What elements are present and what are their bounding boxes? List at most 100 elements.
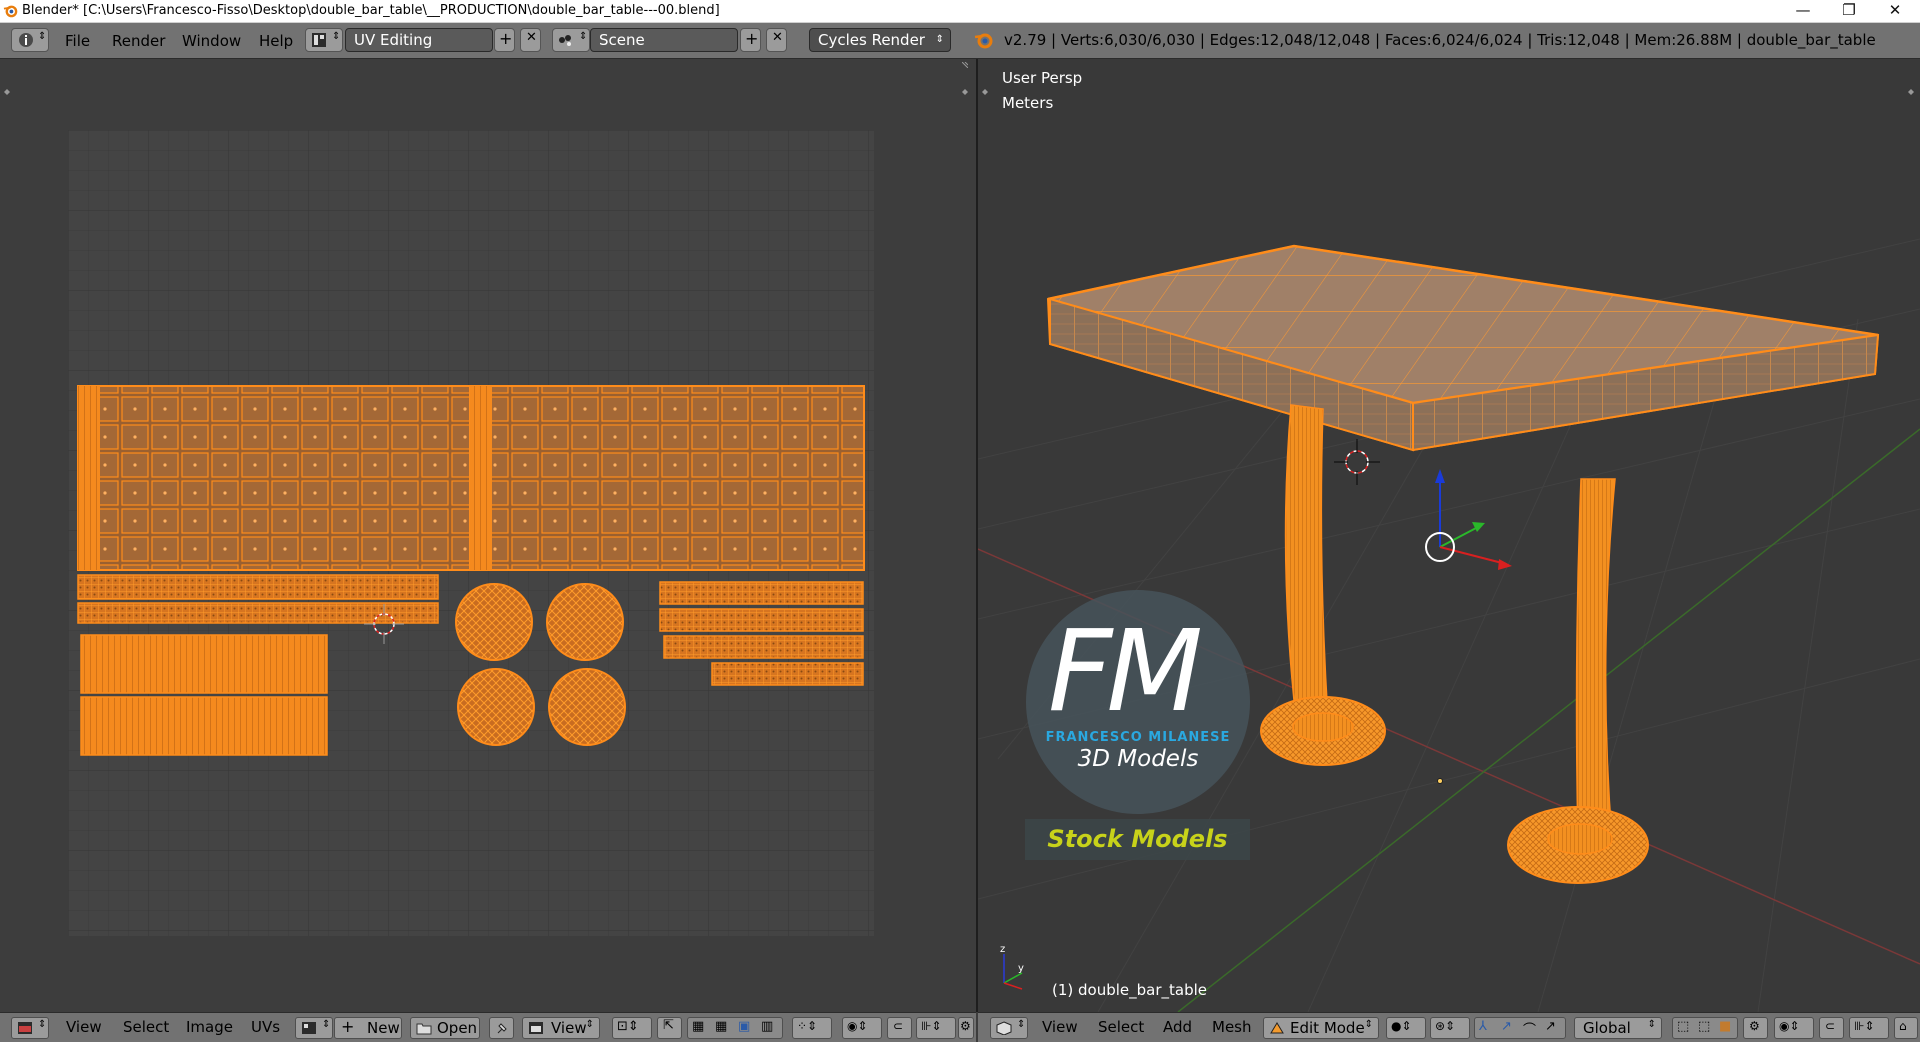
uv-island-base-ring-3[interactable] bbox=[663, 635, 864, 659]
watermark-brand: FRANCESCO MILANESE bbox=[1045, 730, 1231, 745]
3d-menu-add[interactable]: Add bbox=[1163, 1018, 1192, 1036]
plus-icon: + bbox=[745, 29, 759, 48]
scene-browse-button[interactable]: ⇕ bbox=[552, 28, 590, 52]
3d-viewport[interactable]: z y User Persp Meters (1) double_bar_tab… bbox=[978, 59, 1920, 1012]
rotate-icon[interactable]: ⌒ bbox=[1523, 1019, 1536, 1038]
face-select-icon[interactable]: ▣ bbox=[738, 1019, 750, 1034]
menu-help[interactable]: Help bbox=[259, 32, 293, 50]
folder-icon bbox=[416, 1023, 432, 1035]
snap-element-select[interactable]: ⊪⇕ bbox=[1849, 1017, 1889, 1039]
close-button[interactable]: ✕ bbox=[1872, 0, 1918, 22]
vertex-select-icon[interactable]: ⬚ bbox=[1677, 1019, 1689, 1034]
screen-layout-field[interactable]: UV Editing bbox=[345, 28, 493, 52]
gear-icon: ⚙ bbox=[960, 1019, 971, 1033]
snap-element-select[interactable]: ⊪⇕ bbox=[916, 1017, 956, 1039]
uv-image-editor[interactable] bbox=[0, 59, 976, 1012]
scale-icon[interactable]: ↗ bbox=[1545, 1019, 1556, 1034]
edge-select-icon[interactable]: ⬚ bbox=[1698, 1019, 1710, 1034]
shading-sphere-icon: ●⇕ bbox=[1391, 1019, 1412, 1033]
object-origin-dot bbox=[1437, 778, 1443, 784]
view-mode-select[interactable]: View ⇕ bbox=[522, 1017, 600, 1039]
screen-layout-browse-button[interactable]: ⇕ bbox=[305, 28, 343, 52]
proportional-edit-select[interactable]: ◉⇕ bbox=[1774, 1017, 1814, 1039]
maximize-button[interactable]: ❐ bbox=[1826, 0, 1872, 22]
uv-island-base-ring-4[interactable] bbox=[711, 662, 864, 686]
open-image-button[interactable]: Open bbox=[410, 1017, 480, 1039]
snap-toggle-button[interactable]: ⊂ bbox=[887, 1017, 912, 1039]
uv-island-tabletop-right[interactable] bbox=[469, 385, 865, 571]
transform-gizmo[interactable] bbox=[1425, 469, 1512, 570]
uv-island-base-circle-4[interactable] bbox=[548, 668, 626, 746]
uv-island-base-circle-2[interactable] bbox=[546, 583, 624, 661]
add-scene-button[interactable]: + bbox=[740, 28, 761, 52]
blender-logo-icon bbox=[974, 33, 993, 49]
editor-type-button[interactable]: ⇕ bbox=[11, 1017, 49, 1039]
watermark-logo: FM FRANCESCO MILANESE 3D Models bbox=[1026, 590, 1250, 814]
menu-render[interactable]: Render bbox=[112, 32, 165, 50]
uv-island-edge-strip-1[interactable] bbox=[77, 574, 439, 600]
editor-type-button[interactable]: ⇕ bbox=[990, 1017, 1028, 1039]
sync-selection-button[interactable]: ⇱ bbox=[657, 1017, 682, 1039]
remove-layout-button[interactable]: ✕ bbox=[520, 28, 541, 52]
sticky-select-mode[interactable]: ⁘⇕ bbox=[792, 1017, 832, 1039]
editor-type-button[interactable]: ⇕ bbox=[11, 28, 49, 52]
layout-icon bbox=[312, 33, 326, 47]
uv-select-mode-group[interactable]: ▦ ▦ ▣ ▥ bbox=[687, 1017, 783, 1039]
uv-canvas[interactable] bbox=[0, 59, 976, 1012]
pivot-point-select[interactable]: ⊛⇕ bbox=[1430, 1017, 1470, 1039]
translate-icon[interactable]: ↗ bbox=[1501, 1019, 1512, 1034]
viewport-canvas[interactable]: z y bbox=[978, 59, 1920, 1012]
menu-window[interactable]: Window bbox=[182, 32, 241, 50]
minimize-button[interactable]: — bbox=[1780, 0, 1826, 22]
uv-island-base-ring-2[interactable] bbox=[659, 608, 864, 632]
snap-toggle-button[interactable]: ⊂ bbox=[1819, 1017, 1844, 1039]
uv-menu-view[interactable]: View bbox=[66, 1018, 102, 1036]
3d-menu-mesh[interactable]: Mesh bbox=[1212, 1018, 1252, 1036]
3d-menu-select[interactable]: Select bbox=[1098, 1018, 1144, 1036]
uv-island-base-circle-1[interactable] bbox=[455, 583, 533, 661]
uv-island-tabletop-left[interactable] bbox=[77, 385, 471, 571]
image-browse-button[interactable]: ⇕ bbox=[295, 1017, 333, 1039]
uv-more-button[interactable]: ⚙ bbox=[958, 1017, 974, 1039]
manipulator-toggle-icon[interactable]: ⅄ bbox=[1479, 1019, 1487, 1034]
pivot-select[interactable]: ⊡⇕ bbox=[612, 1017, 652, 1039]
view-mode-label: View bbox=[551, 1019, 587, 1037]
edge-select-icon[interactable]: ▦ bbox=[715, 1019, 727, 1034]
3d-cursor[interactable] bbox=[1334, 439, 1380, 485]
uv-menu-uvs[interactable]: UVs bbox=[251, 1018, 280, 1036]
open-image-label: Open bbox=[437, 1019, 478, 1037]
new-image-button[interactable]: + New bbox=[334, 1017, 402, 1039]
menu-file[interactable]: File bbox=[65, 32, 90, 50]
proportional-icon: ◉⇕ bbox=[1779, 1019, 1800, 1033]
limit-selection-button[interactable]: ⚙ bbox=[1743, 1017, 1768, 1039]
face-select-icon[interactable]: ■ bbox=[1719, 1019, 1731, 1034]
3d-more-button[interactable]: ⌂ bbox=[1894, 1017, 1918, 1039]
cursor-icon: ⇱ bbox=[663, 1018, 674, 1033]
proportional-edit-select[interactable]: ◉⇕ bbox=[842, 1017, 882, 1039]
axis-orientation-indicator: z y bbox=[1000, 944, 1024, 990]
render-engine-select[interactable]: Cycles Render ⇕ bbox=[809, 28, 951, 52]
pin-image-button[interactable] bbox=[489, 1017, 514, 1039]
image-icon bbox=[302, 1022, 316, 1034]
uv-menu-image[interactable]: Image bbox=[186, 1018, 233, 1036]
uv-island-base-circle-3[interactable] bbox=[457, 668, 535, 746]
interaction-mode-select[interactable]: Edit Mode ⇕ bbox=[1263, 1017, 1379, 1039]
scene-field[interactable]: Scene bbox=[590, 28, 738, 52]
vertex-select-icon[interactable]: ▦ bbox=[692, 1019, 704, 1034]
add-layout-button[interactable]: + bbox=[494, 28, 515, 52]
uv-island-leg-1[interactable] bbox=[80, 634, 328, 694]
window-titlebar: Blender* [C:\Users\Francesco-Fisso\Deskt… bbox=[0, 0, 1920, 23]
updown-arrow-icon: ⇕ bbox=[322, 1019, 331, 1030]
transform-orientation-select[interactable]: Global ⇕ bbox=[1574, 1017, 1662, 1039]
uv-island-base-ring-1[interactable] bbox=[659, 581, 864, 605]
remove-scene-button[interactable]: ✕ bbox=[766, 28, 787, 52]
uv-menu-select[interactable]: Select bbox=[123, 1018, 169, 1036]
mesh-select-mode-group[interactable]: ⬚ ⬚ ■ bbox=[1672, 1017, 1738, 1039]
uv-island-leg-2[interactable] bbox=[80, 696, 328, 756]
3d-menu-view[interactable]: View bbox=[1042, 1018, 1078, 1036]
viewport-shading-select[interactable]: ●⇕ bbox=[1386, 1017, 1426, 1039]
manipulator-group[interactable]: ⅄ ↗ ⌒ ↗ bbox=[1474, 1017, 1566, 1039]
updown-arrow-icon: ⇕ bbox=[1647, 1019, 1656, 1030]
3d-view-header: ⇕ View Select Add Mesh Edit Mode ⇕ ●⇕ ⊛⇕… bbox=[978, 1012, 1920, 1042]
island-select-icon[interactable]: ▥ bbox=[761, 1019, 773, 1034]
